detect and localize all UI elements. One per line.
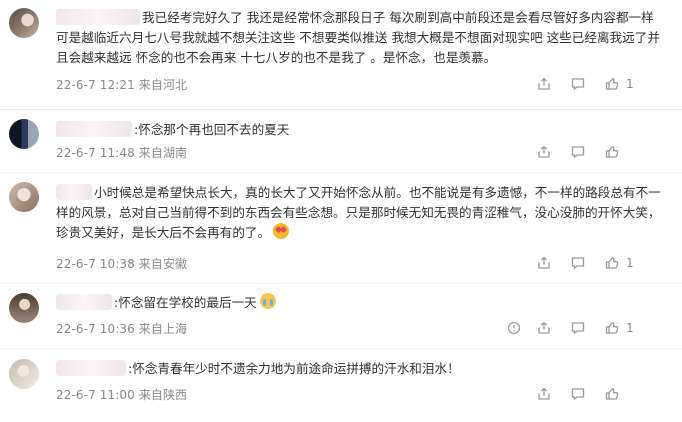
comment-text: :怀念留在学校的最后一天 <box>56 293 666 313</box>
thumbs-up-icon[interactable] <box>604 255 620 271</box>
blurred-username[interactable] <box>56 294 112 310</box>
share-icon[interactable] <box>536 76 552 92</box>
crying-emoji-icon <box>259 293 276 309</box>
comment-icon[interactable] <box>570 76 586 92</box>
avatar[interactable] <box>9 182 39 212</box>
divider <box>0 283 682 284</box>
divider <box>0 348 682 349</box>
comment-time: 11:48 <box>99 146 135 160</box>
comment-meta: 22-6-7 11:00 来自陕西 <box>56 386 187 403</box>
comment-meta: 22-6-7 11:48 来自湖南 <box>56 144 187 161</box>
comment-meta: 22-6-7 12:21 来自河北 <box>56 76 187 93</box>
comment-text: :怀念青春年少时不遗余力地为前途命运拼搏的汗水和泪水！ <box>56 359 666 379</box>
blurred-username[interactable] <box>56 184 92 200</box>
share-icon[interactable] <box>536 144 552 160</box>
comment-time: 10:36 <box>99 322 135 336</box>
share-icon[interactable] <box>536 255 552 271</box>
comment-time: 11:00 <box>99 388 135 402</box>
avatar[interactable] <box>9 359 39 389</box>
share-icon[interactable] <box>536 320 552 336</box>
blurred-username[interactable] <box>56 360 126 376</box>
avatar[interactable] <box>9 8 39 38</box>
comment-actions: 1 <box>524 255 664 275</box>
comment-date: 22-6-7 <box>56 257 96 271</box>
comment-date: 22-6-7 <box>56 78 96 92</box>
like-count: 1 <box>626 77 634 91</box>
comment-body: :怀念青春年少时不遗余力地为前途命运拼搏的汗水和泪水！ <box>128 361 460 376</box>
report-icon[interactable] <box>506 320 522 336</box>
comment-actions: 1 <box>524 76 664 96</box>
comment-time: 12:21 <box>99 78 135 92</box>
comment-text: 小时候总是希望快点长大，真的长大了又开始怀念从前。也不能说是有多遗憾，不一样的路… <box>56 183 666 243</box>
comment-location: 来自上海 <box>138 322 188 336</box>
comment-text: :怀念那个再也回不去的夏天 <box>56 120 666 140</box>
avatar[interactable] <box>9 293 39 323</box>
comment-icon[interactable] <box>570 255 586 271</box>
avatar[interactable] <box>9 119 39 149</box>
heart-eyes-emoji-icon <box>273 223 290 239</box>
comment-text: 我已经考完好久了 我还是经常怀念那段日子 每次刷到高中前段还是会看尽管好多内容都… <box>56 8 666 68</box>
like-count: 1 <box>626 321 634 335</box>
comment-feed: 我已经考完好久了 我还是经常怀念那段日子 每次刷到高中前段还是会看尽管好多内容都… <box>0 0 682 422</box>
comment-location: 来自陕西 <box>138 388 188 402</box>
like-count: 1 <box>626 256 634 270</box>
comment-date: 22-6-7 <box>56 388 96 402</box>
divider <box>0 109 682 110</box>
comment-time: 10:38 <box>99 257 135 271</box>
comment-actions <box>524 144 664 164</box>
thumbs-up-icon[interactable] <box>604 144 620 160</box>
comment-location: 来自湖南 <box>138 146 188 160</box>
comment-location: 来自河北 <box>138 78 188 92</box>
comment-body: 小时候总是希望快点长大，真的长大了又开始怀念从前。也不能说是有多遗憾，不一样的路… <box>56 185 661 240</box>
thumbs-up-icon[interactable] <box>604 76 620 92</box>
comment-body: :怀念那个再也回不去的夏天 <box>134 122 290 137</box>
share-icon[interactable] <box>536 386 552 402</box>
blurred-username[interactable] <box>56 121 132 137</box>
comment-body: 我已经考完好久了 我还是经常怀念那段日子 每次刷到高中前段还是会看尽管好多内容都… <box>56 10 660 65</box>
blurred-username[interactable] <box>56 9 140 25</box>
comment-actions <box>524 386 664 406</box>
thumbs-up-icon[interactable] <box>604 386 620 402</box>
comment-date: 22-6-7 <box>56 146 96 160</box>
comment-icon[interactable] <box>570 144 586 160</box>
comment-icon[interactable] <box>570 320 586 336</box>
comment-meta: 22-6-7 10:38 来自安徽 <box>56 255 187 272</box>
comment-location: 来自安徽 <box>138 257 188 271</box>
thumbs-up-icon[interactable] <box>604 320 620 336</box>
comment-body: :怀念留在学校的最后一天 <box>114 295 257 310</box>
comment-date: 22-6-7 <box>56 322 96 336</box>
comment-meta: 22-6-7 10:36 来自上海 <box>56 320 187 337</box>
comment-icon[interactable] <box>570 386 586 402</box>
divider <box>0 172 682 173</box>
comment-actions: 1 <box>507 320 664 340</box>
